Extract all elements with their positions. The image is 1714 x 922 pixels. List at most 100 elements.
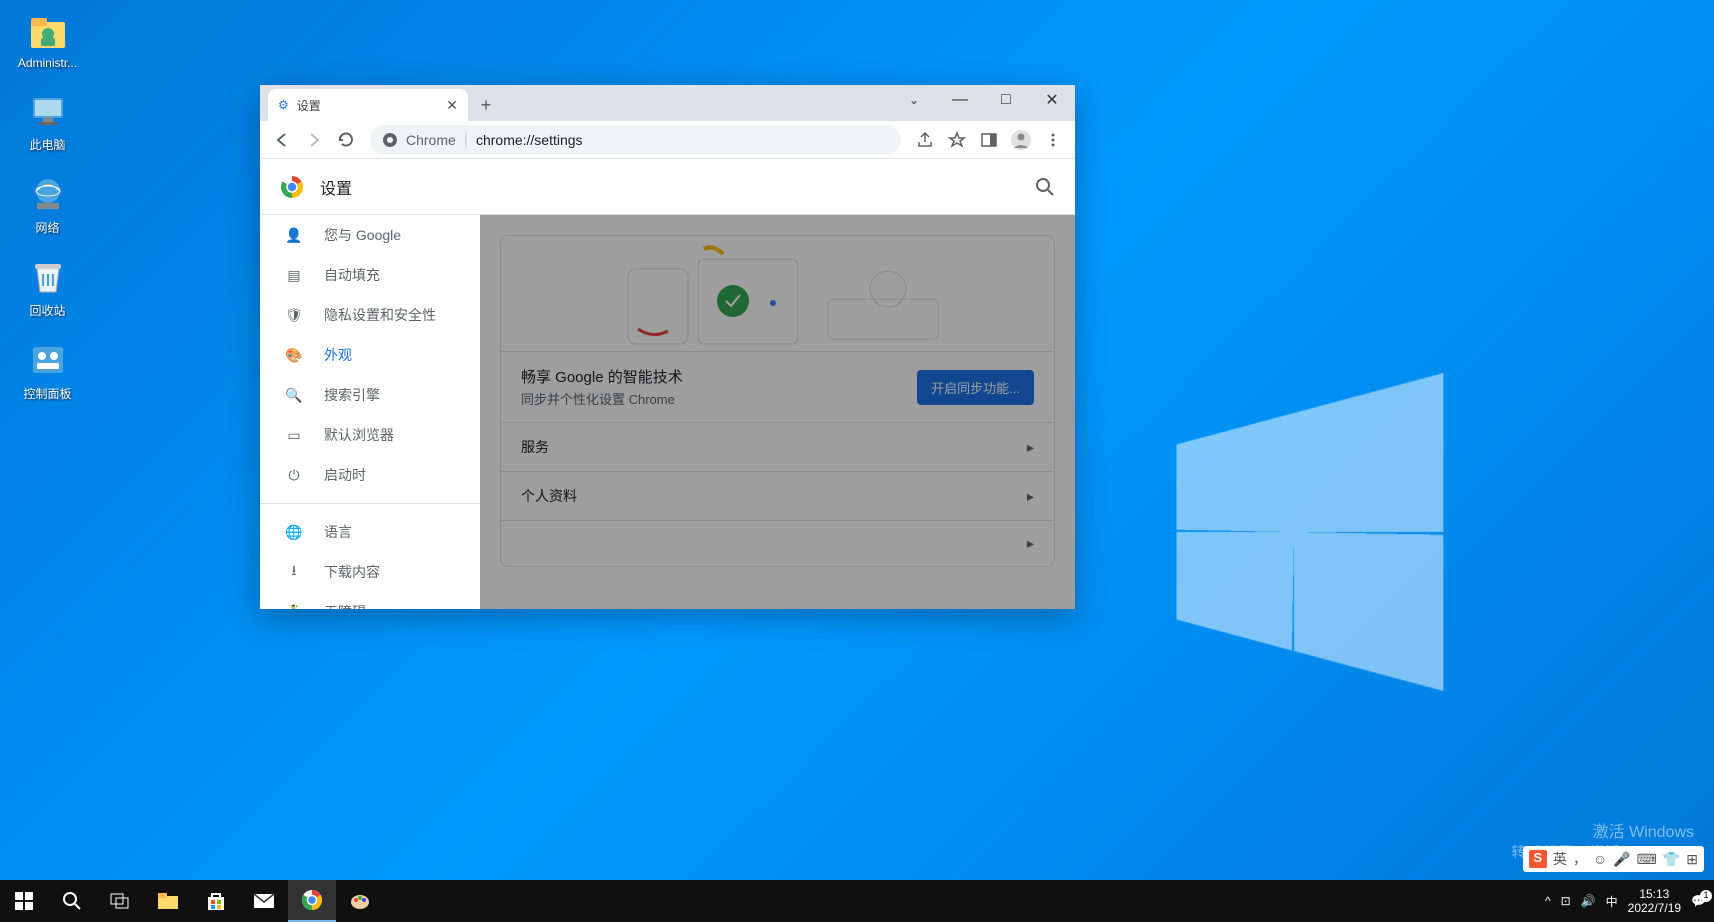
desktop-icon-label: 此电脑 bbox=[29, 136, 65, 153]
desktop-icon-label: 网络 bbox=[35, 219, 59, 236]
window-controls: ⌄ — □ ✕ bbox=[891, 85, 1075, 115]
new-tab-button[interactable]: + bbox=[472, 91, 500, 119]
search-button[interactable] bbox=[48, 880, 96, 922]
content-dim-overlay[interactable] bbox=[480, 215, 1075, 609]
desktop-icon-label: Administr... bbox=[18, 56, 77, 70]
accessibility-icon: 🕺 bbox=[284, 604, 304, 610]
network-tray-icon[interactable]: ⊡ bbox=[1561, 894, 1571, 908]
ime-keyboard-icon[interactable]: ⌨ bbox=[1637, 851, 1657, 868]
maximize-button[interactable]: □ bbox=[983, 85, 1029, 115]
nav-appearance[interactable]: 🎨外观 bbox=[260, 335, 480, 375]
this-pc-icon bbox=[27, 90, 69, 132]
desktop-icon-this-pc[interactable]: 此电脑 bbox=[10, 90, 85, 153]
tab-close-icon[interactable]: ✕ bbox=[446, 97, 458, 114]
user-folder-icon bbox=[27, 10, 69, 52]
desktop-icon-recycle-bin[interactable]: 回收站 bbox=[10, 256, 85, 319]
nav-autofill[interactable]: ▤自动填充 bbox=[260, 255, 480, 295]
nav-privacy[interactable]: 🛡 隐私设置和安全性 bbox=[260, 295, 480, 335]
profile-button[interactable] bbox=[1007, 126, 1035, 154]
clock-date: 2022/7/19 bbox=[1628, 901, 1681, 915]
task-view-button[interactable] bbox=[96, 880, 144, 922]
action-center-button[interactable]: 💬 1 bbox=[1691, 894, 1706, 908]
globe-icon: 🌐 bbox=[284, 524, 304, 541]
nav-accessibility[interactable]: 🕺 无障碍 bbox=[260, 592, 480, 609]
nav-label: 启动时 bbox=[324, 465, 366, 485]
tray-overflow-button[interactable]: ^ bbox=[1545, 894, 1551, 908]
nav-downloads[interactable]: ⭳下载内容 bbox=[260, 552, 480, 592]
forward-button[interactable] bbox=[300, 126, 328, 154]
nav-label: 语言 bbox=[324, 522, 352, 542]
ime-mic-icon[interactable]: 🎤 bbox=[1613, 851, 1630, 868]
chrome-taskbar-button[interactable] bbox=[288, 880, 336, 922]
volume-tray-icon[interactable]: 🔊 bbox=[1581, 894, 1596, 908]
power-icon: ⏻ bbox=[284, 467, 304, 484]
nav-label: 您与 Google bbox=[324, 225, 401, 245]
network-icon bbox=[27, 173, 69, 215]
microsoft-store-button[interactable] bbox=[192, 880, 240, 922]
nav-languages[interactable]: 🌐 语言 bbox=[260, 512, 480, 552]
notification-badge: 1 bbox=[1700, 890, 1712, 902]
nav-on-startup[interactable]: ⏻ 启动时 bbox=[260, 455, 480, 495]
ime-emoji-icon[interactable]: ☺ bbox=[1593, 851, 1607, 867]
titlebar[interactable]: ⚙ 设置 ✕ + ⌄ — □ ✕ bbox=[260, 85, 1075, 121]
search-icon: 🔍 bbox=[284, 387, 304, 404]
settings-search-button[interactable] bbox=[1035, 177, 1055, 197]
desktop-icons-container: Administr... 此电脑 网络 回收站 控制面板 bbox=[10, 10, 85, 402]
omnibox-chrome-label: Chrome bbox=[406, 132, 456, 148]
clock-time: 15:13 bbox=[1628, 887, 1681, 901]
start-button[interactable] bbox=[0, 880, 48, 922]
side-panel-button[interactable] bbox=[975, 126, 1003, 154]
browser-toolbar: Chrome | chrome://settings bbox=[260, 121, 1075, 159]
watermark-title: 激活 Windows bbox=[1511, 818, 1694, 842]
settings-header: 设置 bbox=[260, 159, 1075, 215]
taskbar-clock[interactable]: 15:13 2022/7/19 bbox=[1628, 887, 1681, 916]
browser-tab[interactable]: ⚙ 设置 ✕ bbox=[268, 89, 468, 121]
recycle-bin-icon bbox=[27, 256, 69, 298]
mail-button[interactable] bbox=[240, 880, 288, 922]
nav-you-and-google[interactable]: 👤 您与 Google bbox=[260, 215, 480, 255]
settings-sidebar: 👤 您与 Google ▤自动填充 🛡 隐私设置和安全性 🎨外观 🔍 搜索引擎 ▭默认… bbox=[260, 215, 480, 609]
desktop-icon-label: 回收站 bbox=[29, 302, 65, 319]
close-button[interactable]: ✕ bbox=[1029, 85, 1075, 115]
chrome-icon bbox=[382, 132, 398, 148]
taskbar: ^ ⊡ 🔊 中 15:13 2022/7/19 💬 1 bbox=[0, 880, 1714, 922]
gear-icon: ⚙ bbox=[278, 98, 289, 112]
palette-icon: 🎨 bbox=[284, 347, 304, 364]
ime-skin-icon[interactable]: 👕 bbox=[1663, 851, 1680, 868]
person-icon: 👤 bbox=[284, 227, 304, 244]
share-button[interactable] bbox=[911, 126, 939, 154]
minimize-button[interactable]: — bbox=[937, 85, 983, 115]
nav-label: 自动填充 bbox=[324, 265, 380, 285]
ime-punct[interactable]: ， bbox=[1573, 849, 1587, 869]
file-explorer-button[interactable] bbox=[144, 880, 192, 922]
nav-search-engine[interactable]: 🔍 搜索引擎 bbox=[260, 375, 480, 415]
tab-search-button[interactable]: ⌄ bbox=[891, 85, 937, 115]
nav-label: 隐私设置和安全性 bbox=[324, 305, 436, 325]
menu-button[interactable] bbox=[1039, 126, 1067, 154]
settings-title: 设置 bbox=[320, 175, 352, 199]
shield-icon: 🛡 bbox=[284, 307, 304, 324]
ime-lang[interactable]: 英 bbox=[1553, 849, 1567, 869]
ime-tray-indicator[interactable]: 中 bbox=[1606, 893, 1618, 910]
nav-label: 搜索引擎 bbox=[324, 385, 380, 405]
nav-default-browser[interactable]: ▭默认浏览器 bbox=[260, 415, 480, 455]
back-button[interactable] bbox=[268, 126, 296, 154]
omnibox-url: chrome://settings bbox=[476, 132, 583, 148]
tab-title: 设置 bbox=[297, 97, 321, 114]
omnibox-separator: | bbox=[464, 131, 468, 149]
bookmark-star-button[interactable] bbox=[943, 126, 971, 154]
chrome-browser-window: ⚙ 设置 ✕ + ⌄ — □ ✕ Chrome | chrome://setti… bbox=[260, 85, 1075, 609]
ime-toolbar[interactable]: S 英 ， ☺ 🎤 ⌨ 👕 ⊞ bbox=[1523, 846, 1704, 872]
sogou-badge-icon: S bbox=[1529, 850, 1547, 868]
windows-logo-background bbox=[1154, 392, 1434, 672]
nav-label: 默认浏览器 bbox=[324, 425, 394, 445]
ime-grid-icon[interactable]: ⊞ bbox=[1686, 851, 1698, 868]
desktop-icon-network[interactable]: 网络 bbox=[10, 173, 85, 236]
nav-divider bbox=[260, 503, 480, 504]
paint-button[interactable] bbox=[336, 880, 384, 922]
address-bar[interactable]: Chrome | chrome://settings bbox=[370, 125, 901, 155]
reload-button[interactable] bbox=[332, 126, 360, 154]
desktop-icon-control-panel[interactable]: 控制面板 bbox=[10, 339, 85, 402]
desktop-icon-administrator[interactable]: Administr... bbox=[10, 10, 85, 70]
nav-label: 无障碍 bbox=[324, 602, 366, 609]
